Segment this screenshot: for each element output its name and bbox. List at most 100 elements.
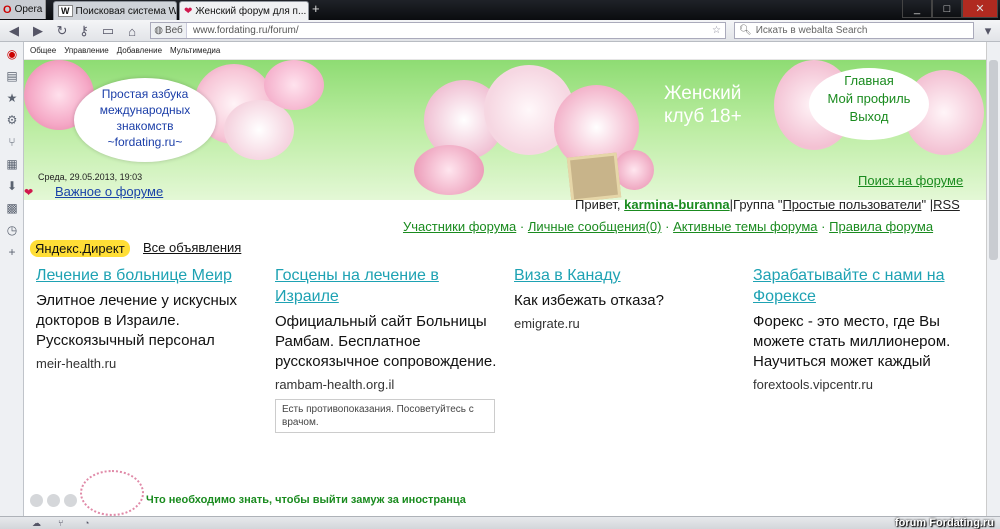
bookmark-star-icon[interactable]: ☆: [712, 25, 721, 36]
ad-block: Лечение в больнице Меир Элитное лечение …: [36, 265, 266, 371]
ad-block: Виза в Канаду Как избежать отказа? emigr…: [514, 265, 744, 331]
search-engine-icon: 🔍︎: [739, 25, 752, 36]
bookmark-item[interactable]: Добавление: [117, 46, 162, 55]
home-icon[interactable]: ⌂: [124, 23, 140, 39]
ad-block: Госцены на лечение в Израиле Официальный…: [275, 265, 505, 433]
ad-block: Зарабатывайте с нами на Форексе Форекс -…: [753, 265, 983, 392]
ad-domain[interactable]: forextools.vipcentr.ru: [753, 377, 983, 392]
forum-search-link[interactable]: Поиск на форуме: [858, 173, 963, 188]
web-badge[interactable]: ◍ Веб: [151, 23, 187, 38]
ad-domain[interactable]: rambam-health.org.il: [275, 377, 505, 392]
status-bar: ☁ ⑂ ◔ forum Fordating.ru: [0, 516, 1000, 529]
scrollbar-thumb[interactable]: [989, 60, 998, 260]
rules-link[interactable]: Правила форума: [829, 219, 933, 234]
ad-title-link[interactable]: Лечение в больнице Меир: [36, 267, 232, 284]
ad-text: Элитное лечение у искусных докторов в Из…: [36, 292, 238, 349]
separator: ·: [665, 219, 670, 234]
address-bar: ◀ ▶ ↻ ⚷ ▭ ⌂ ◍ Веб www.fordating.ru/forum…: [0, 20, 1000, 42]
forum-nav: Участники форума · Личные сообщения(0) ·…: [403, 219, 933, 234]
pages-icon[interactable]: ▭: [100, 23, 116, 39]
maximize-button[interactable]: □: [932, 0, 962, 18]
home-link[interactable]: Главная: [844, 73, 893, 88]
bookmark-item[interactable]: Управление: [64, 46, 108, 55]
active-topics-link[interactable]: Активные темы форума: [673, 219, 817, 234]
search-input[interactable]: 🔍︎ Искать в webalta Search: [734, 22, 974, 39]
unite-icon[interactable]: ⑂: [58, 518, 63, 528]
group-prefix: |Группа ": [729, 197, 783, 212]
history-icon[interactable]: ◷: [5, 223, 19, 237]
slogan-bubble: Простая азбука международных знакомств ~…: [74, 78, 216, 162]
back-icon[interactable]: ◀: [6, 23, 22, 39]
messages-link[interactable]: Личные сообщения(0): [528, 219, 662, 234]
logout-link[interactable]: Выход: [850, 109, 889, 124]
new-tab-button[interactable]: +: [312, 1, 320, 16]
rss-link[interactable]: RSS: [933, 197, 960, 212]
star-panel-icon[interactable]: ★: [5, 91, 19, 105]
ad-text: Официальный сайт Больницы Рамбам. Беспла…: [275, 313, 497, 370]
all-ads-link[interactable]: Все объявления: [143, 240, 241, 255]
opera-panel-icon[interactable]: ◉: [5, 47, 19, 61]
url-field[interactable]: ◍ Веб www.fordating.ru/forum/ ☆: [150, 22, 726, 39]
profile-link[interactable]: Мой профиль: [828, 91, 911, 106]
members-link[interactable]: Участники форума: [403, 219, 516, 234]
side-panel: ◉ ▤ ★ ⚙ ⑂ ▦ ⬇ ▩ ◷ +: [0, 42, 24, 516]
ad-title-link[interactable]: Зарабатывайте с нами на Форексе: [753, 267, 944, 305]
ad-text: Как избежать отказа?: [514, 292, 664, 309]
ad-title-link[interactable]: Госцены на лечение в Израиле: [275, 267, 439, 305]
ad-title-link[interactable]: Виза в Канаду: [514, 267, 621, 284]
important-link[interactable]: Важное о форуме: [55, 184, 163, 199]
close-window-button[interactable]: ✕: [962, 0, 998, 18]
opera-logo-icon: O: [3, 3, 12, 16]
tab-webalta[interactable]: W Поисковая система W... ✕: [53, 1, 177, 20]
url-text: www.fordating.ru/forum/: [193, 25, 299, 36]
add-panel-icon[interactable]: +: [5, 245, 19, 259]
club-title: Женский клуб 18+: [664, 82, 742, 128]
gear-icon[interactable]: ⚙: [5, 113, 19, 127]
search-placeholder: Искать в webalta Search: [755, 25, 868, 36]
heart-icon: ❤: [184, 5, 193, 17]
slogan-line: Простая азбука: [101, 87, 189, 101]
download-icon[interactable]: ⬇: [5, 179, 19, 193]
ad-domain[interactable]: meir-health.ru: [36, 356, 266, 371]
notes-icon[interactable]: ▦: [5, 157, 19, 171]
key-icon[interactable]: ⚷: [76, 23, 92, 39]
heart-icon: ❤: [24, 187, 34, 199]
zoom-icon[interactable]: ▾: [980, 23, 996, 39]
greeting: Привет,: [575, 197, 621, 212]
turbo-icon[interactable]: ☁: [32, 518, 41, 529]
account-links: Главная Мой профиль Выход: [809, 68, 929, 140]
separator: ·: [519, 219, 525, 234]
yandex-direct-badge[interactable]: Яндекс.Директ: [30, 240, 130, 257]
group-suffix: ": [921, 197, 927, 212]
w-logo-icon: W: [58, 5, 73, 17]
ad-domain[interactable]: emigrate.ru: [514, 316, 744, 331]
wedding-image: [80, 470, 144, 516]
scrollbar[interactable]: [986, 42, 1000, 516]
peony-decoration: [614, 150, 654, 190]
bookmark-item[interactable]: Общее: [30, 46, 56, 55]
speed-icon[interactable]: ◔: [84, 518, 89, 528]
slogan-line: знакомств: [116, 119, 174, 133]
web-label: Веб: [164, 25, 183, 36]
separator: ·: [821, 219, 826, 234]
opera-menu-button[interactable]: O Opera: [0, 0, 46, 19]
username-link[interactable]: karmina-buranna: [624, 197, 729, 212]
marriage-article-link[interactable]: Что необходимо знать, чтобы выйти замуж …: [146, 494, 466, 506]
minimize-button[interactable]: _: [902, 0, 932, 18]
tab-forum[interactable]: ❤ Женский форум для п... ✕: [179, 1, 309, 20]
ad-warning: Есть противопоказания. Посоветуйтесь с в…: [275, 399, 495, 433]
share-icon[interactable]: ⑂: [5, 135, 19, 149]
photo-frame: [566, 152, 622, 200]
tab-label: Женский форум для п...: [195, 5, 307, 17]
bookmarks-panel-icon[interactable]: ▤: [5, 69, 19, 83]
chat-icon[interactable]: ▩: [5, 201, 19, 215]
forward-icon[interactable]: ▶: [30, 23, 46, 39]
slogan-line: ~fordating.ru~: [107, 135, 183, 149]
slogan-line: международных: [99, 103, 191, 117]
user-info: Привет, karmina-buranna|Группа "Простые …: [575, 197, 960, 212]
bookmark-item[interactable]: Мультимедиа: [170, 46, 220, 55]
peony-decoration: [414, 145, 484, 195]
forum-banner: Простая азбука международных знакомств ~…: [24, 60, 986, 200]
reload-icon[interactable]: ↻: [54, 23, 70, 39]
group-link[interactable]: Простые пользователи: [782, 197, 921, 212]
